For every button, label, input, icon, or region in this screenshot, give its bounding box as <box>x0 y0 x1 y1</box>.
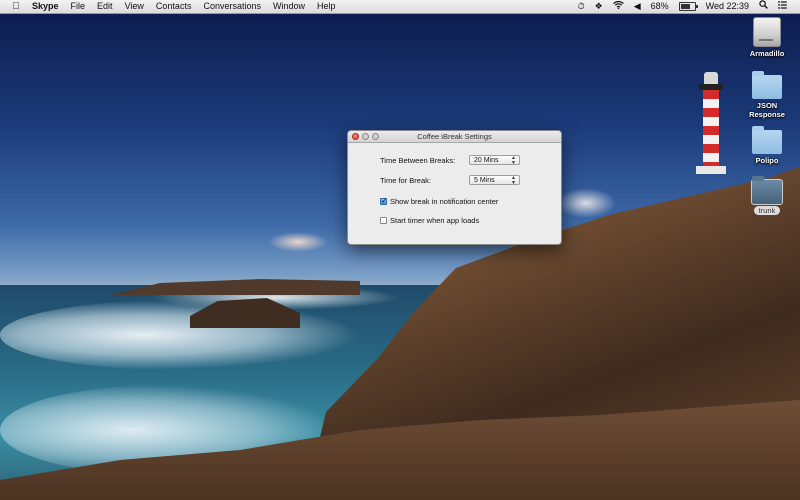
menu-window[interactable]: Window <box>267 0 311 13</box>
menu-contacts[interactable]: Contacts <box>150 0 198 13</box>
volume-icon[interactable]: ◀ <box>629 0 646 13</box>
desktop-icon-json-response[interactable]: JSON Response <box>737 71 797 119</box>
window-controls <box>352 133 379 140</box>
close-button[interactable] <box>352 133 359 140</box>
battery-percent: 68% <box>650 1 669 11</box>
time-for-break-label: Time for Break: <box>380 176 431 185</box>
start-timer-row[interactable]: Start timer when app loads <box>380 216 479 225</box>
spotlight-icon[interactable] <box>754 0 773 13</box>
folder-icon <box>751 176 783 205</box>
show-notification-row[interactable]: Show break in notification center <box>380 196 499 206</box>
window-titlebar[interactable]: Coffee iBreak Settings <box>348 131 561 143</box>
start-timer-checkbox[interactable] <box>380 217 387 224</box>
notification-center-icon[interactable] <box>773 0 792 13</box>
desktop-wallpaper <box>0 0 800 500</box>
start-timer-label: Start timer when app loads <box>390 216 480 225</box>
show-notification-checkbox[interactable] <box>380 196 388 205</box>
popup-arrows-icon: ▲ ▼ <box>511 155 516 166</box>
menu-view[interactable]: View <box>119 0 150 13</box>
wallpaper-lighthouse <box>696 72 726 174</box>
popup-arrows-icon: ▲ ▼ <box>511 175 516 186</box>
settings-window: Coffee iBreak Settings Time Between Brea… <box>347 130 562 245</box>
window-title: Coffee iBreak Settings <box>417 132 492 141</box>
zoom-button[interactable] <box>372 133 379 140</box>
menu-status-area: ⏱ ❖ ◀ 68% Wed 22:39 <box>573 0 800 13</box>
window-content: Time Between Breaks: 20 Mins ▲ ▼ Time for… <box>348 143 561 244</box>
dropbox-icon[interactable]: ❖ <box>590 0 608 13</box>
desktop-icon-armadillo[interactable]: Armadillo <box>737 17 797 58</box>
desktop-icon-label: Armadillo <box>749 49 785 58</box>
desktop-icon-label: trunk <box>753 206 781 215</box>
wallpaper-cloud <box>268 232 328 252</box>
time-for-break-popup[interactable]: 5 Mins ▲ ▼ <box>469 175 520 186</box>
time-between-breaks-label: Time Between Breaks: <box>380 156 456 165</box>
desktop-icon-label: JSON Response <box>749 101 785 119</box>
timer-icon[interactable]: ⏱ <box>573 0 590 13</box>
wallpaper-surf <box>0 300 360 370</box>
desktop-icon-trunk[interactable]: trunk <box>737 176 797 215</box>
menu-conversations[interactable]: Conversations <box>197 0 267 13</box>
desktop-icon-polipo[interactable]: Polipo <box>737 126 797 165</box>
wallpaper-cloud <box>556 188 616 218</box>
menu-help[interactable]: Help <box>311 0 342 13</box>
menu-file[interactable]: File <box>65 0 92 13</box>
apple-menu-icon[interactable]:  <box>6 1 26 12</box>
time-for-break-value: 5 Mins <box>474 177 495 184</box>
folder-icon <box>752 71 782 99</box>
desktop-icon-label: Polipo <box>755 156 779 165</box>
menu-app-name[interactable]: Skype <box>26 0 65 13</box>
time-between-breaks-popup[interactable]: 20 Mins ▲ ▼ <box>469 155 520 166</box>
folder-icon <box>752 126 782 154</box>
show-notification-label: Show break in notification center <box>390 197 499 206</box>
menu-bar:  Skype File Edit View Contacts Conversa… <box>0 0 800 14</box>
battery-icon[interactable] <box>674 0 701 13</box>
hard-drive-icon <box>753 17 781 47</box>
time-between-breaks-value: 20 Mins <box>474 157 499 164</box>
wifi-icon[interactable] <box>608 0 629 13</box>
clock[interactable]: Wed 22:39 <box>701 0 754 13</box>
minimize-button[interactable] <box>362 133 369 140</box>
menu-edit[interactable]: Edit <box>91 0 119 13</box>
